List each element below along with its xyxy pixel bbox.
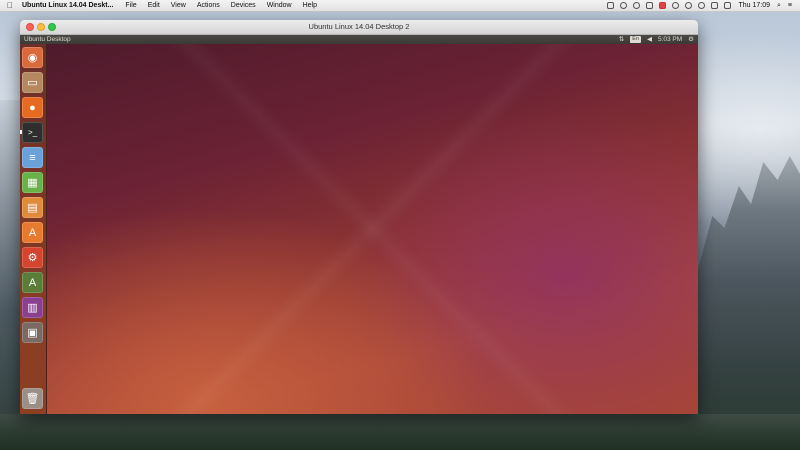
mountain-left — [0, 100, 22, 450]
trash-icon[interactable]: 🗑 — [22, 388, 43, 409]
valley-floor — [0, 414, 800, 450]
sound-icon[interactable]: ◀ — [647, 35, 652, 44]
system-settings-glyph: ⚙ — [27, 252, 38, 264]
software-center-icon[interactable]: A — [22, 222, 43, 243]
trash-glyph: 🗑 — [25, 393, 40, 405]
removable-drive-glyph: ▣ — [27, 327, 38, 339]
wifi-icon[interactable] — [698, 2, 706, 9]
menu-help[interactable]: Help — [303, 2, 317, 9]
terminal-icon[interactable]: >_ — [22, 122, 43, 143]
parallels-icon[interactable] — [659, 2, 667, 9]
ubuntu-top-panel: Ubuntu Desktop ⇅ En ◀ 5:03 PM ⚙ — [20, 35, 698, 44]
vm-titlebar[interactable]: Ubuntu Linux 14.04 Desktop 2 — [20, 20, 698, 35]
volume-icon[interactable] — [711, 2, 719, 9]
spotlight-icon[interactable]: ⌕ — [777, 2, 781, 10]
firefox-icon[interactable]: ● — [22, 97, 43, 118]
time-machine-icon[interactable] — [672, 2, 680, 9]
network-icon[interactable]: ⇅ — [619, 35, 624, 44]
status-icon-4[interactable] — [646, 2, 654, 9]
removable-drive-icon[interactable]: ▣ — [22, 322, 43, 343]
bluetooth-icon[interactable] — [685, 2, 693, 9]
close-button[interactable] — [26, 23, 34, 31]
ubuntu-launcher: ◉ ▭ ● >_ ≡ ▦ ▤ A ⚙ A ▥ ▣ 🗑 — [20, 44, 47, 414]
software-center-glyph: A — [28, 226, 37, 239]
status-icon-1[interactable] — [607, 2, 615, 9]
firefox-glyph: ● — [29, 101, 36, 114]
battery-icon[interactable] — [724, 2, 732, 9]
files-icon[interactable]: ▭ — [22, 72, 43, 93]
impress-icon[interactable]: ▤ — [22, 197, 43, 218]
status-icon-3[interactable] — [633, 2, 641, 9]
menu-devices[interactable]: Devices — [231, 2, 256, 9]
system-settings-icon[interactable]: ⚙ — [22, 247, 43, 268]
workspace-switcher-glyph: ▥ — [27, 302, 38, 314]
calc-glyph: ▦ — [27, 177, 38, 189]
calc-icon[interactable]: ▦ — [22, 172, 43, 193]
panel-indicators: ⇅ En ◀ 5:03 PM ⚙ — [613, 35, 694, 44]
app-menu-name[interactable]: Ubuntu Linux 14.04 Deskt... — [22, 2, 113, 9]
keyboard-layout-indicator[interactable]: En — [630, 36, 641, 43]
writer-glyph: ≡ — [29, 151, 36, 164]
session-gear-icon[interactable]: ⚙ — [688, 35, 694, 44]
menu-file[interactable]: File — [125, 2, 136, 9]
panel-clock[interactable]: 5:03 PM — [658, 35, 682, 44]
workspace-switcher-icon[interactable]: ▥ — [22, 297, 43, 318]
dash-home-icon[interactable]: ◉ — [22, 47, 43, 68]
status-icon-2[interactable] — [620, 2, 628, 9]
panel-title: Ubuntu Desktop — [24, 36, 71, 43]
software-updater-icon[interactable]: A — [22, 272, 43, 293]
files-glyph: ▭ — [27, 77, 38, 89]
menu-window[interactable]: Window — [267, 2, 292, 9]
minimize-button[interactable] — [37, 23, 45, 31]
terminal-glyph: >_ — [27, 128, 38, 137]
impress-glyph: ▤ — [27, 202, 38, 214]
dash-home-glyph: ◉ — [27, 52, 38, 64]
vm-window: Ubuntu Linux 14.04 Desktop 2 Ubuntu Desk… — [20, 20, 698, 414]
menu-actions[interactable]: Actions — [197, 2, 220, 9]
vm-window-title: Ubuntu Linux 14.04 Desktop 2 — [308, 22, 410, 31]
menubar-status-area: Thu 17:09 ⌕ ≡ — [601, 0, 792, 11]
writer-icon[interactable]: ≡ — [22, 147, 43, 168]
menubar-clock[interactable]: Thu 17:09 — [738, 2, 770, 9]
menu-edit[interactable]: Edit — [148, 2, 160, 9]
ubuntu-desktop-wallpaper — [47, 44, 698, 414]
notification-center-icon[interactable]: ≡ — [788, 2, 792, 9]
software-updater-glyph: A — [28, 276, 37, 289]
apple-menu-icon[interactable]:  — [7, 1, 13, 10]
fullscreen-button[interactable] — [48, 23, 56, 31]
menu-view[interactable]: View — [171, 2, 186, 9]
mac-menubar:  Ubuntu Linux 14.04 Deskt... File Edit … — [0, 0, 800, 12]
